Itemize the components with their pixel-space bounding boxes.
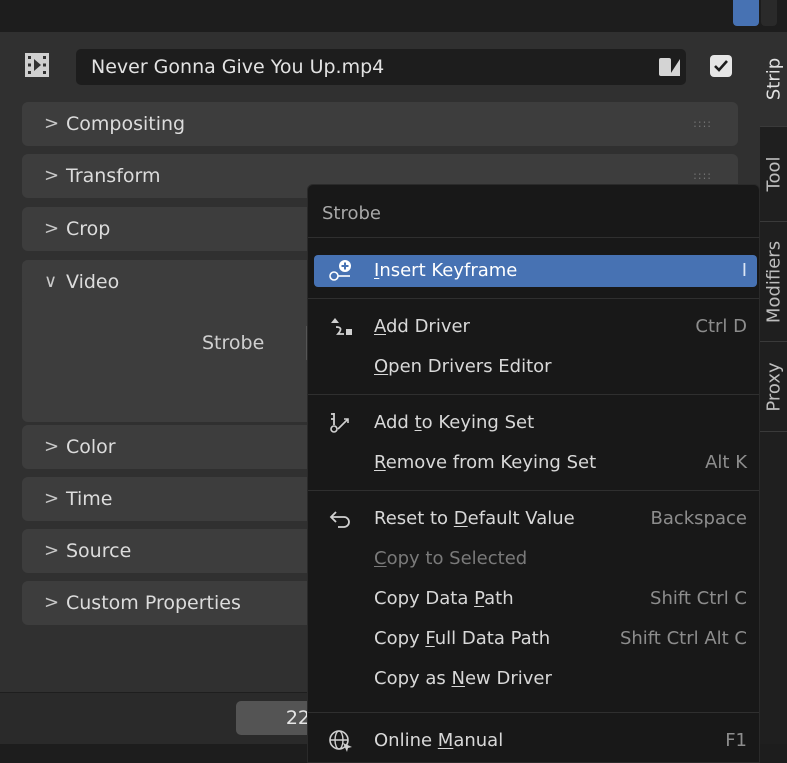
reset-icon bbox=[328, 507, 354, 531]
menu-item-label: Open Drivers Editor bbox=[374, 356, 552, 377]
menu-item-open-drivers-editor[interactable]: Open Drivers Editor bbox=[314, 351, 757, 383]
chevron-right-icon: > bbox=[44, 540, 60, 561]
top-header-strip bbox=[0, 0, 787, 32]
chevron-right-icon: > bbox=[44, 488, 60, 509]
chevron-down-icon: ∨ bbox=[44, 271, 58, 292]
menu-separator bbox=[308, 298, 759, 299]
menu-item-copy-to-selected: Copy to Selected bbox=[314, 543, 757, 575]
menu-item-add-to-keying-set[interactable]: Add to Keying Set bbox=[314, 407, 757, 439]
strip-name-field[interactable]: Never Gonna Give You Up.mp4 bbox=[76, 49, 686, 85]
menu-item-label: Add to Keying Set bbox=[374, 412, 535, 433]
top-accent-button[interactable] bbox=[733, 0, 759, 26]
panel-label: Color bbox=[66, 436, 116, 458]
globe-icon bbox=[328, 729, 354, 753]
panel-compositing[interactable]: > Compositing:::: bbox=[22, 102, 738, 146]
menu-separator bbox=[308, 237, 759, 238]
menu-separator bbox=[308, 490, 759, 491]
panel-label: Crop bbox=[66, 218, 111, 240]
frame-field[interactable]: 22 bbox=[236, 701, 316, 735]
menu-item-copy-as-new-driver[interactable]: Copy as New Driver bbox=[314, 663, 757, 695]
strip-header: Never Gonna Give You Up.mp4 bbox=[20, 44, 750, 90]
menu-item-remove-from-keying-set[interactable]: Remove from Keying Set Alt K bbox=[314, 447, 757, 479]
menu-item-label: Copy Data Path bbox=[374, 588, 514, 609]
menu-item-shortcut: Backspace bbox=[650, 508, 747, 529]
menu-item-label: Reset to Default Value bbox=[374, 508, 575, 529]
film-strip-icon bbox=[25, 53, 49, 77]
drag-grip-icon[interactable]: :::: bbox=[693, 102, 712, 146]
menu-item-insert-keyframe[interactable]: Insert Keyframe I bbox=[314, 255, 757, 287]
menu-item-label: Copy to Selected bbox=[374, 548, 528, 569]
color-tag-icon[interactable] bbox=[653, 49, 686, 85]
side-tab-bar: Strip Tool Modifiers Proxy bbox=[760, 32, 787, 744]
menu-separator bbox=[308, 712, 759, 713]
tab-strip[interactable]: Strip bbox=[760, 32, 787, 127]
panel-label: Video bbox=[66, 271, 120, 293]
context-menu-title: Strobe bbox=[322, 203, 382, 224]
panel-label: Compositing bbox=[66, 113, 186, 135]
menu-item-shortcut: Shift Ctrl Alt C bbox=[619, 628, 747, 649]
menu-item-add-driver[interactable]: Add Driver Ctrl D bbox=[314, 311, 757, 343]
chevron-right-icon: > bbox=[44, 218, 60, 239]
context-menu: Strobe Insert Keyframe I Add Driver Ctrl D O… bbox=[307, 184, 760, 763]
top-dropdown-button[interactable] bbox=[761, 0, 777, 26]
chevron-right-icon: > bbox=[44, 592, 60, 613]
panel-label: Time bbox=[66, 488, 113, 510]
tab-tool[interactable]: Tool bbox=[760, 127, 787, 222]
menu-separator bbox=[308, 394, 759, 395]
menu-item-label: Insert Keyframe bbox=[374, 260, 518, 281]
driver-icon bbox=[328, 315, 354, 339]
keying-set-icon bbox=[328, 411, 354, 435]
menu-item-copy-data-path[interactable]: Copy Data Path Shift Ctrl C bbox=[314, 583, 757, 615]
keyframe-insert-icon bbox=[328, 259, 354, 283]
menu-item-shortcut: F1 bbox=[725, 730, 747, 751]
tab-proxy[interactable]: Proxy bbox=[760, 342, 787, 432]
menu-item-online-manual[interactable]: Online Manual F1 bbox=[314, 725, 757, 757]
panel-label: Source bbox=[66, 540, 132, 562]
panel-label: Transform bbox=[66, 165, 161, 187]
menu-item-shortcut: Ctrl D bbox=[695, 316, 747, 337]
strobe-label: Strobe bbox=[202, 332, 265, 354]
strip-enabled-checkbox[interactable] bbox=[710, 55, 732, 77]
menu-item-label: Remove from Keying Set bbox=[374, 452, 597, 473]
menu-item-label: Copy as New Driver bbox=[374, 668, 552, 689]
menu-item-copy-full-data-path[interactable]: Copy Full Data Path Shift Ctrl Alt C bbox=[314, 623, 757, 655]
chevron-right-icon: > bbox=[44, 165, 60, 186]
menu-item-label: Add Driver bbox=[374, 316, 470, 337]
panel-label: Custom Properties bbox=[66, 592, 241, 614]
menu-item-shortcut: I bbox=[741, 260, 747, 281]
menu-item-label: Copy Full Data Path bbox=[374, 628, 551, 649]
menu-item-shortcut: Shift Ctrl C bbox=[650, 588, 747, 609]
menu-item-label: Online Manual bbox=[374, 730, 504, 751]
chevron-right-icon: > bbox=[44, 113, 60, 134]
tab-modifiers[interactable]: Modifiers bbox=[760, 222, 787, 342]
menu-item-reset-to-default-value[interactable]: Reset to Default Value Backspace bbox=[314, 503, 757, 535]
chevron-right-icon: > bbox=[44, 436, 60, 457]
menu-item-shortcut: Alt K bbox=[705, 452, 747, 473]
